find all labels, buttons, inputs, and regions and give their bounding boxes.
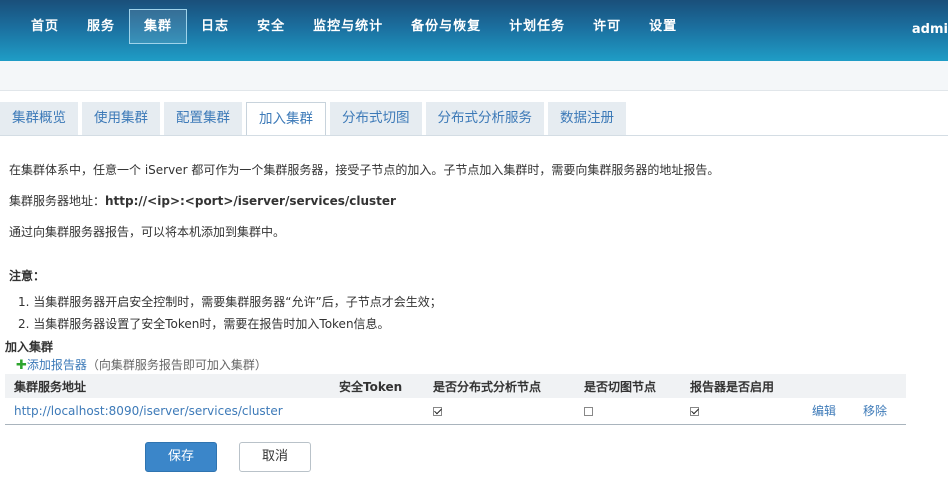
sub-header-bar (0, 61, 948, 91)
nav-backup[interactable]: 备份与恢复 (397, 9, 495, 44)
add-reporter-hint: （向集群服务报告即可加入集群） (86, 358, 267, 372)
intro-text: 在集群体系中，任意一个 iServer 都可作为一个集群服务器，接受子节点的加入… (9, 163, 720, 177)
table-row: http://localhost:8090/iserver/services/c… (5, 398, 906, 424)
tab-configure-cluster[interactable]: 配置集群 (164, 102, 242, 135)
tab-join-cluster[interactable]: 加入集群 (246, 102, 326, 136)
edit-link[interactable]: 编辑 (803, 398, 854, 424)
remove-link[interactable]: 移除 (854, 398, 906, 424)
nav-cluster[interactable]: 集群 (129, 9, 188, 44)
col-analysis-node: 是否分布式分析节点 (433, 379, 542, 394)
nav-services[interactable]: 服务 (73, 9, 129, 44)
nav-settings[interactable]: 设置 (635, 9, 691, 44)
main-nav: 首页 服务 集群 日志 安全 监控与统计 备份与恢复 计划任务 许可 设置 (17, 9, 691, 44)
save-button[interactable]: 保存 (145, 442, 217, 472)
nav-home[interactable]: 首页 (17, 9, 73, 44)
col-tile-node: 是否切图节点 (584, 379, 657, 394)
nav-license[interactable]: 许可 (579, 9, 635, 44)
col-security-token: 安全Token (339, 379, 403, 394)
table-header-row: 集群服务地址 安全Token 是否分布式分析节点 是否切图节点 报告器是否启用 (5, 374, 906, 398)
analysis-node-checkbox[interactable] (433, 406, 442, 416)
col-cluster-address: 集群服务地址 (14, 379, 87, 394)
tab-cluster-overview[interactable]: 集群概览 (0, 102, 78, 135)
plus-icon: ✚ (16, 358, 27, 373)
tab-distributed-tiling[interactable]: 分布式切图 (330, 102, 422, 135)
tab-data-registration[interactable]: 数据注册 (548, 102, 626, 135)
report-text: 通过向集群服务器报告，可以将本机添加到集群中。 (9, 225, 286, 239)
note-item-2: 2. 当集群服务器设置了安全Token时，需要在报告时加入Token信息。 (18, 317, 390, 331)
top-navigation-bar: 首页 服务 集群 日志 安全 监控与统计 备份与恢复 计划任务 许可 设置 ad… (0, 0, 948, 61)
tab-divider (0, 135, 948, 136)
nav-monitoring[interactable]: 监控与统计 (299, 9, 397, 44)
cancel-button[interactable]: 取消 (239, 442, 311, 472)
cluster-tabs: 集群概览 使用集群 配置集群 加入集群 分布式切图 分布式分析服务 数据注册 (0, 102, 630, 136)
cluster-address: 集群服务器地址：http://<ip>:<port>/iserver/servi… (9, 192, 396, 209)
nav-logs[interactable]: 日志 (187, 9, 243, 44)
row-cluster-url: http://localhost:8090/iserver/services/c… (14, 403, 283, 418)
nav-security[interactable]: 安全 (243, 9, 299, 44)
cluster-address-label: 集群服务器地址： (9, 194, 106, 208)
reporter-table: 集群服务地址 安全Token 是否分布式分析节点 是否切图节点 报告器是否启用 … (5, 374, 906, 425)
tab-use-cluster[interactable]: 使用集群 (82, 102, 160, 135)
note-item-1: 1. 当集群服务器开启安全控制时，需要集群服务器“允许”后，子节点才会生效； (18, 295, 442, 309)
tile-node-checkbox[interactable] (584, 406, 593, 416)
row-security-token (330, 398, 424, 424)
user-menu[interactable]: admi (912, 22, 948, 37)
reporter-enabled-checkbox[interactable] (690, 406, 699, 416)
tab-distributed-analysis[interactable]: 分布式分析服务 (425, 102, 544, 135)
col-reporter-enabled: 报告器是否启用 (690, 379, 775, 394)
cluster-address-value: http://<ip>:<port>/iserver/services/clus… (105, 194, 396, 208)
nav-scheduled-tasks[interactable]: 计划任务 (495, 9, 579, 44)
join-section-title: 加入集群 (5, 340, 54, 354)
note-title: 注意： (9, 269, 46, 283)
add-reporter: ✚添加报告器（向集群服务报告即可加入集群） (16, 356, 267, 373)
add-reporter-link[interactable]: 添加报告器 (27, 358, 87, 372)
